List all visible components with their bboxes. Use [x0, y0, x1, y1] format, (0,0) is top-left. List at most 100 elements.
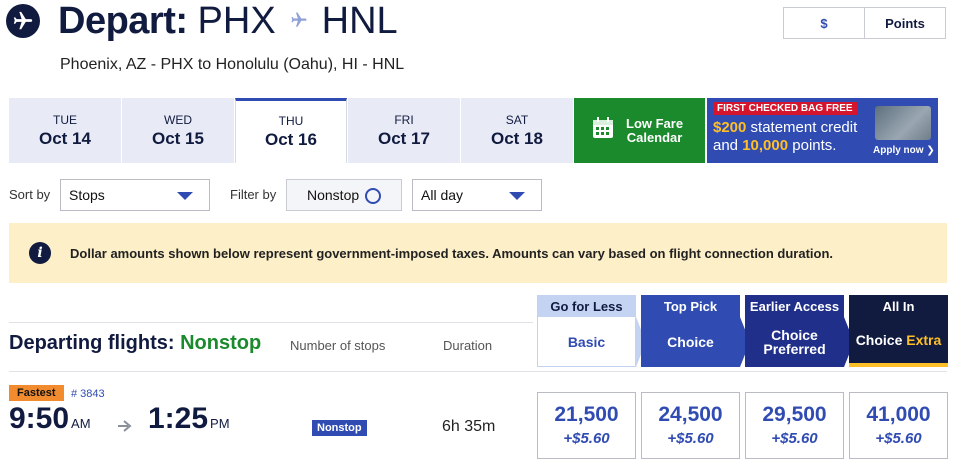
tax-notice-text: Dollar amounts shown below represent gov…: [70, 246, 834, 261]
chevron-right-icon: ❯: [926, 145, 935, 156]
date-tab-oct-18[interactable]: SAT Oct 18: [461, 98, 573, 163]
date-tab-dow: SAT: [505, 112, 529, 127]
fare-header-choice[interactable]: Top Pick Choice: [641, 295, 750, 367]
fare-name: Choice Preferred: [745, 317, 844, 367]
departure-ampm: AM: [71, 416, 91, 431]
date-tab-dow: TUE: [53, 112, 77, 127]
depart-label: Depart:: [58, 0, 188, 42]
flight-duration: 6h 35m: [442, 418, 496, 435]
promo-credit-amount: $200: [713, 119, 747, 136]
departure-time: 9:50 AM: [9, 402, 91, 436]
arrow-right-icon: [118, 419, 132, 437]
stops-badge[interactable]: Nonstop: [312, 420, 367, 436]
nonstop-filter-toggle[interactable]: Nonstop: [286, 179, 402, 211]
fare-name: Basic: [537, 317, 636, 367]
arrival-time: 1:25 PM: [148, 402, 230, 436]
fare-points: 29,500: [762, 403, 827, 426]
date-tab-oct-17[interactable]: FRI Oct 17: [348, 98, 460, 163]
date-tab-date: Oct 18: [491, 128, 543, 148]
promo-credit-text: statement credit: [746, 119, 858, 136]
fare-price-choice-preferred[interactable]: 29,500 +$5.60: [745, 392, 844, 459]
arrival-ampm: PM: [210, 416, 230, 431]
low-fare-calendar-button[interactable]: Low Fare Calendar: [574, 98, 705, 163]
promo-points-amount: 10,000: [742, 137, 789, 154]
fare-tag: Top Pick: [641, 295, 740, 317]
sort-value: Stops: [69, 187, 105, 203]
low-fare-label: Low Fare Calendar: [626, 115, 684, 145]
fare-tax: +$5.60: [563, 430, 610, 447]
departing-nonstop-label: Nonstop: [180, 332, 262, 354]
route-description: Phoenix, AZ - PHX to Honolulu (Oahu), HI…: [60, 56, 405, 73]
date-tab-oct-14[interactable]: TUE Oct 14: [9, 98, 121, 163]
fare-tag: Go for Less: [537, 295, 636, 317]
date-tab-date: Oct 14: [39, 128, 91, 148]
info-icon: i: [29, 242, 51, 264]
promo-and-text: and: [713, 137, 743, 154]
date-tab-dow: FRI: [394, 112, 414, 127]
sort-by-label: Sort by: [9, 187, 51, 202]
fare-name-line1: Choice: [771, 327, 818, 343]
date-tab-oct-15[interactable]: WED Oct 15: [122, 98, 234, 163]
fare-price-choice-extra[interactable]: 41,000 +$5.60: [849, 392, 948, 459]
fare-points: 24,500: [658, 403, 723, 426]
filter-by-label: Filter by: [230, 187, 277, 202]
stops-column-header: Number of stops: [290, 338, 386, 353]
fare-tax: +$5.60: [875, 430, 922, 447]
destination-code: HNL: [321, 0, 398, 42]
fare-header-basic[interactable]: Go for Less Basic: [537, 295, 646, 367]
date-tab-date: Oct 16: [265, 130, 317, 149]
fare-tax: +$5.60: [667, 430, 714, 447]
currency-toggle: $ Points: [783, 7, 946, 39]
fare-name: Choice Extra: [849, 317, 948, 367]
fare-tax: +$5.60: [771, 430, 818, 447]
divider: [9, 322, 533, 323]
duration-column-header: Duration: [443, 338, 493, 353]
credit-card-image: [875, 106, 931, 140]
fare-header-choice-preferred[interactable]: Earlier Access Choice Preferred: [745, 295, 854, 367]
time-of-day-value: All day: [421, 187, 464, 203]
departing-label: Departing flights:: [9, 332, 181, 354]
route-plane-icon: [288, 11, 310, 34]
flight-number-link[interactable]: # 3843: [71, 388, 105, 400]
departure-time-value: 9:50: [9, 402, 70, 435]
arrival-time-value: 1:25: [148, 402, 209, 435]
calendar-icon: [592, 117, 614, 144]
points-toggle-button[interactable]: Points: [864, 8, 945, 38]
fare-price-choice[interactable]: 24,500 +$5.60: [641, 392, 740, 459]
fare-price-basic[interactable]: 21,500 +$5.60: [537, 392, 636, 459]
fare-tag: All In: [849, 295, 948, 317]
departing-flights-heading: Departing flights: Nonstop: [9, 332, 261, 355]
apply-now-link[interactable]: Apply now ❯: [873, 145, 935, 156]
tax-notice-banner: i Dollar amounts shown below represent g…: [9, 223, 947, 283]
promo-points-text: points.: [788, 137, 837, 154]
page-title: Depart: PHX HNL: [58, 0, 398, 46]
low-fare-line1: Low Fare: [626, 115, 684, 131]
credit-card-promo[interactable]: FIRST CHECKED BAG FREE $200 statement cr…: [707, 98, 938, 163]
fare-points: 21,500: [554, 403, 619, 426]
apply-now-label: Apply now: [873, 145, 924, 156]
fare-name-part2: Extra: [906, 332, 942, 348]
fare-header-choice-extra[interactable]: All In Choice Extra: [849, 295, 948, 367]
date-tab-date: Oct 15: [152, 128, 204, 148]
promo-line2: and 10,000 points.: [713, 137, 836, 154]
origin-code: PHX: [197, 0, 276, 42]
nonstop-filter-label: Nonstop: [307, 187, 360, 203]
caret-down-icon: [509, 192, 525, 200]
promo-flag: FIRST CHECKED BAG FREE: [713, 102, 857, 115]
fare-name: Choice: [641, 317, 740, 367]
date-tab-date: Oct 17: [378, 128, 430, 148]
promo-line1: $200 statement credit: [713, 119, 857, 136]
fare-name-line2: Preferred: [763, 341, 826, 357]
fare-tag: Earlier Access: [745, 295, 844, 317]
airplane-icon: [6, 4, 40, 38]
divider: [9, 371, 947, 372]
fare-points: 41,000: [866, 403, 931, 426]
dollars-toggle-button[interactable]: $: [784, 8, 864, 38]
date-tab-oct-16[interactable]: THU Oct 16: [235, 98, 347, 163]
date-tab-dow: THU: [278, 114, 304, 128]
time-of-day-select[interactable]: All day: [412, 179, 542, 211]
fare-name-part1: Choice: [855, 332, 907, 348]
radio-circle-icon: [365, 188, 381, 204]
caret-down-icon: [177, 192, 193, 200]
sort-select[interactable]: Stops: [60, 179, 210, 211]
